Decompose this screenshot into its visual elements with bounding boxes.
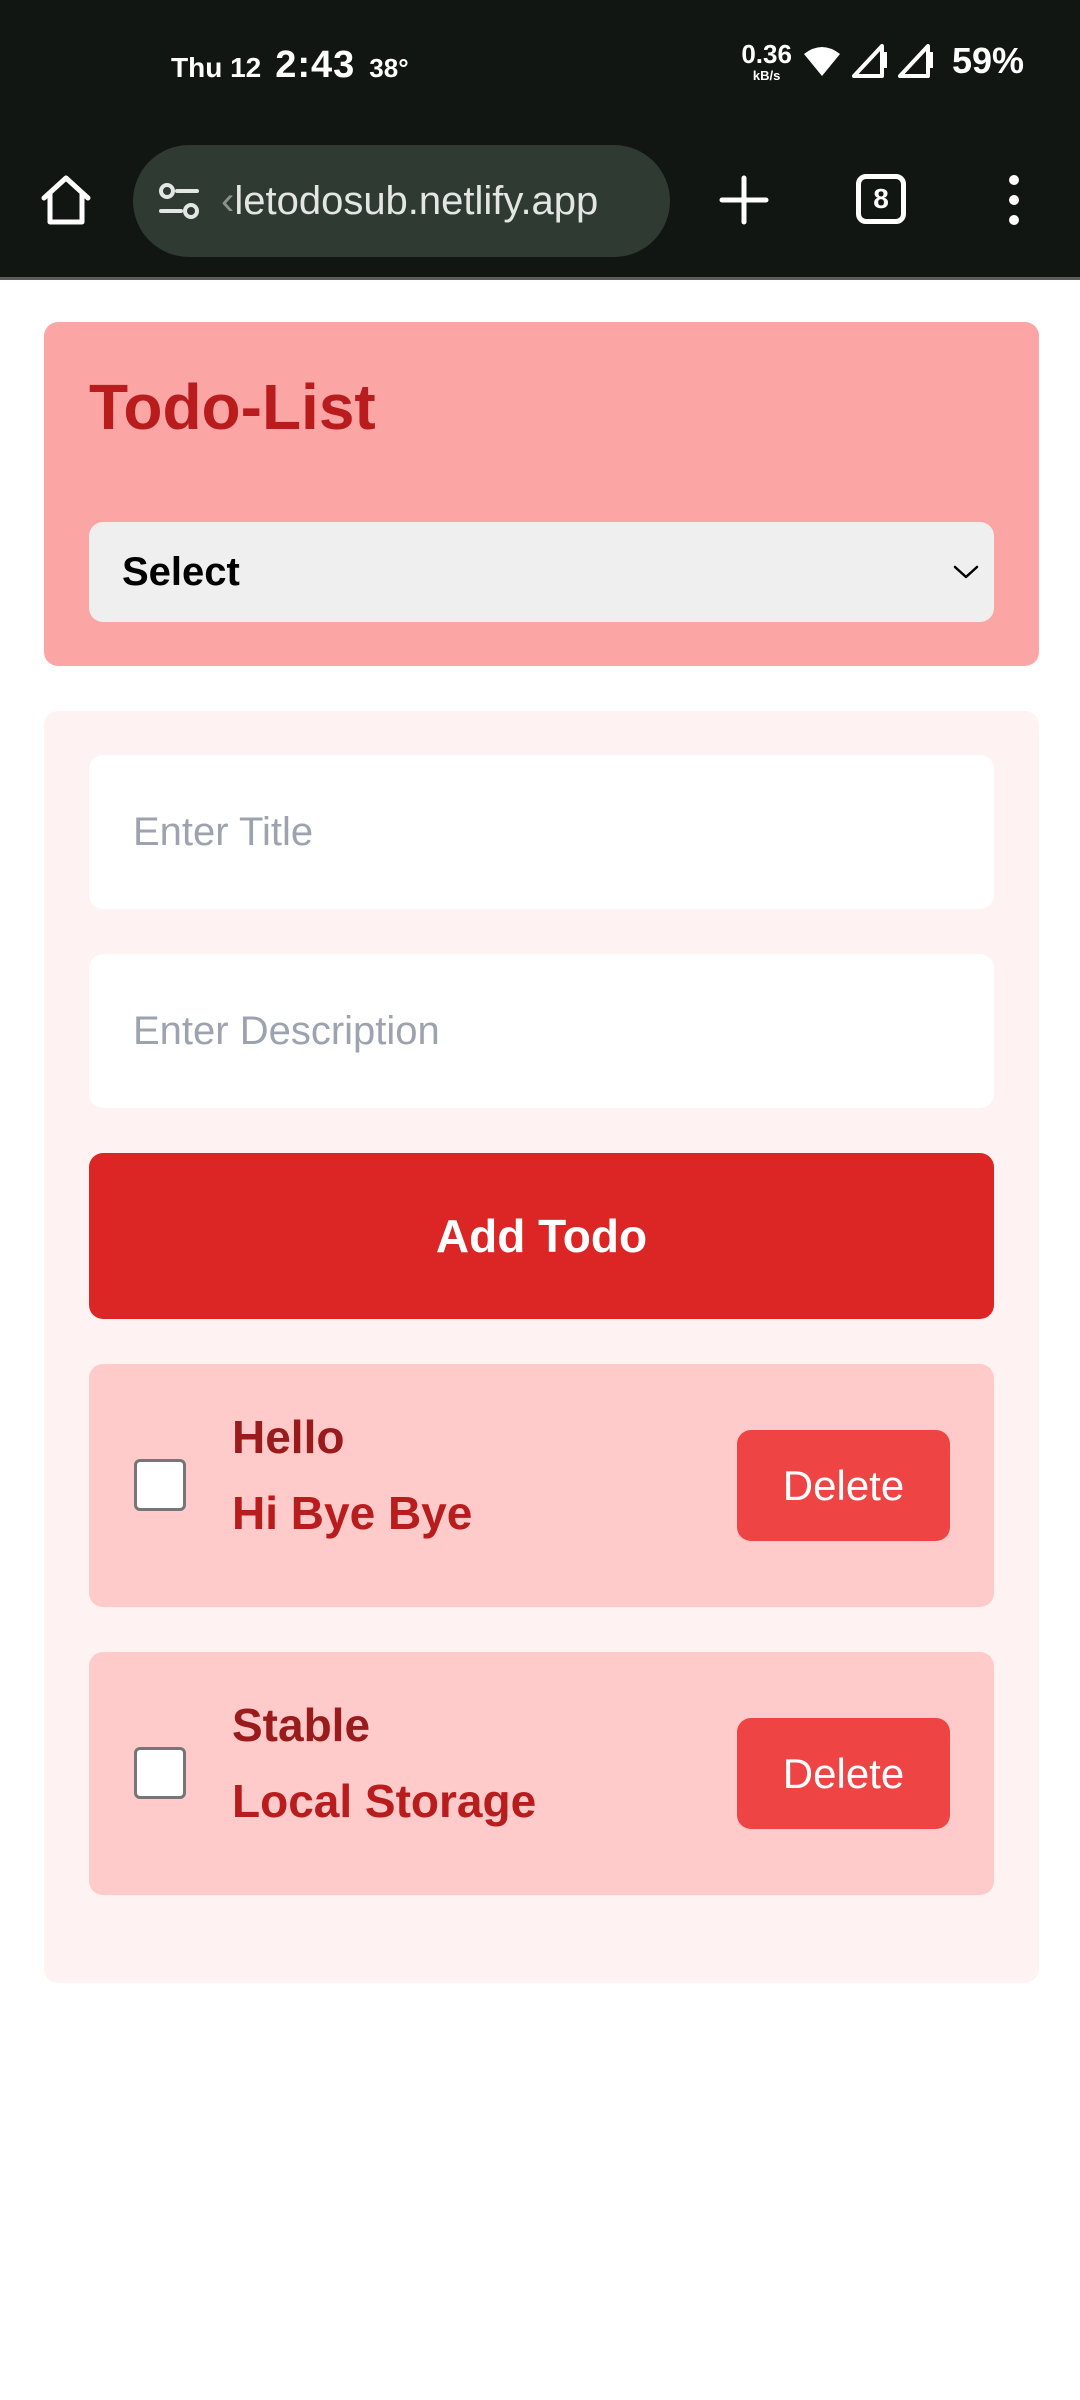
signal-icon-2 (897, 44, 933, 78)
todo-checkbox[interactable] (134, 1747, 186, 1799)
todo-text: Stable Local Storage (232, 1702, 536, 1824)
todo-checkbox[interactable] (134, 1459, 186, 1511)
title-input[interactable] (89, 755, 994, 909)
add-todo-button[interactable]: Add Todo (89, 1153, 994, 1319)
todo-item: Stable Local Storage Delete (89, 1652, 994, 1895)
wifi-icon (803, 47, 840, 76)
delete-button[interactable]: Delete (737, 1430, 950, 1541)
todo-description: Local Storage (232, 1775, 537, 1827)
filter-select[interactable]: Select (89, 522, 994, 622)
network-speed-unit: kB/s (752, 67, 781, 83)
status-bar: Thu 12 2:43 38° 0.36 kB/s 59% (0, 0, 1080, 140)
signal-icon (851, 44, 887, 78)
battery-percent: 59% (951, 40, 1024, 81)
chevron-down-icon (953, 565, 979, 579)
todo-description: Hi Bye Bye (232, 1487, 473, 1539)
address-bar[interactable]: ‹letodosub.netlify.app (133, 145, 670, 257)
header-card: Todo-List Select (44, 322, 1039, 666)
url-text: ‹letodosub.netlify.app (221, 179, 598, 224)
page-title: Todo-List (89, 371, 376, 443)
status-time: 2:43 (275, 44, 356, 86)
browser-toolbar: ‹letodosub.netlify.app 8 (0, 140, 1080, 280)
status-date: Thu 12 (171, 52, 262, 83)
delete-button[interactable]: Delete (737, 1718, 950, 1829)
plus-icon[interactable] (712, 168, 776, 232)
todo-text: Hello Hi Bye Bye (232, 1414, 472, 1536)
site-settings-icon[interactable] (155, 177, 203, 225)
status-temperature: 38° (369, 53, 409, 83)
todo-item: Hello Hi Bye Bye Delete (89, 1364, 994, 1607)
todo-form-card: Add Todo Hello Hi Bye Bye Delete Stable … (44, 711, 1039, 1983)
url-hidden-prefix: ‹ (221, 178, 235, 223)
tabs-button[interactable]: 8 (856, 174, 906, 224)
filter-select-value: Select (122, 549, 240, 594)
description-input[interactable] (89, 954, 994, 1108)
status-indicators: 0.36 kB/s 59% (741, 40, 1024, 82)
status-clock-group: Thu 12 2:43 38° (171, 44, 409, 87)
network-speed-value: 0.36 (741, 38, 792, 69)
url-visible: letodosub.netlify.app (234, 178, 599, 223)
todo-title: Stable (232, 1699, 371, 1751)
home-icon[interactable] (36, 170, 96, 230)
todo-title: Hello (232, 1411, 345, 1463)
more-vert-icon[interactable] (996, 168, 1032, 232)
network-speed: 0.36 kB/s (741, 41, 792, 82)
tab-count: 8 (873, 183, 889, 214)
